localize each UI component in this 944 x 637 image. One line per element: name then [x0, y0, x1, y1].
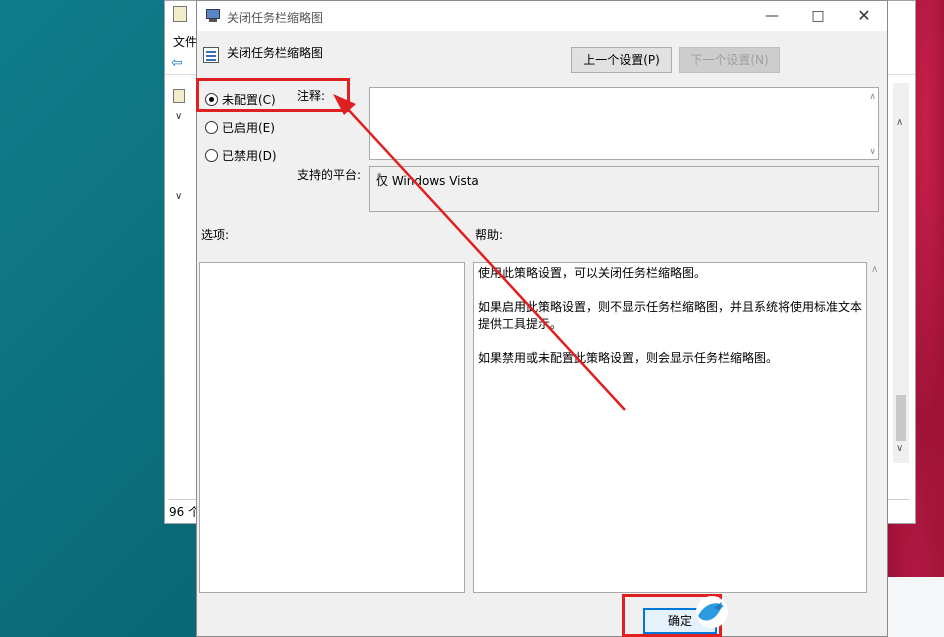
radio-label: 已禁用(D) — [222, 148, 277, 163]
scroll-thumb[interactable] — [896, 395, 906, 441]
scroll-down-icon[interactable]: ∨ — [376, 172, 876, 209]
title-bar[interactable]: 关闭任务栏缩略图 — □ ✕ — [197, 1, 887, 31]
maximize-button[interactable]: □ — [795, 1, 841, 31]
radio-disabled[interactable]: 已禁用(D) — [205, 146, 277, 164]
scroll-up-icon[interactable]: ∧ — [869, 92, 876, 102]
radio-enabled[interactable]: 已启用(E) — [205, 118, 275, 136]
scroll-up-icon[interactable]: ∧ — [896, 117, 903, 128]
help-paragraph: 使用此策略设置，可以关闭任务栏缩略图。 — [478, 266, 707, 280]
policy-icon — [203, 47, 219, 63]
platform-label: 支持的平台: — [297, 168, 362, 182]
radio-label: 已启用(E) — [222, 120, 275, 135]
chevron-down-icon[interactable]: ∨ — [175, 191, 182, 202]
back-arrow-icon[interactable]: ⇦ — [171, 56, 187, 70]
comment-textarea[interactable]: ∧ ∨ — [369, 87, 879, 160]
help-scrollbar[interactable]: ∧ — [869, 262, 885, 593]
close-button[interactable]: ✕ — [841, 1, 887, 31]
help-paragraph: 如果启用此策略设置，则不显示任务栏缩略图，并且系统将使用标准文本提供工具提示。 — [478, 300, 863, 331]
previous-setting-button[interactable]: 上一个设置(P) — [571, 47, 672, 73]
menu-file[interactable]: 文件 — [173, 33, 197, 50]
options-label: 选项: — [201, 228, 230, 242]
help-paragraph: 如果禁用或未配置此策略设置，则会显示任务栏缩略图。 — [478, 351, 779, 365]
minimize-button[interactable]: — — [749, 1, 795, 31]
help-label: 帮助: — [475, 228, 504, 242]
scroll-up-icon[interactable]: ∧ — [871, 264, 878, 275]
annotation-highlight-radio — [196, 78, 350, 112]
radio-indicator[interactable] — [205, 148, 218, 162]
bird-sticker-icon — [696, 596, 728, 628]
policy-name: 关闭任务栏缩略图 — [227, 46, 324, 60]
document-icon — [173, 89, 185, 103]
scroll-down-icon[interactable]: ∨ — [869, 147, 876, 157]
editor-app-icon — [173, 6, 187, 22]
radio-indicator[interactable] — [205, 120, 218, 134]
monitor-icon — [206, 9, 222, 23]
help-panel: 使用此策略设置，可以关闭任务栏缩略图。 如果启用此策略设置，则不显示任务栏缩略图… — [473, 262, 867, 593]
chevron-down-icon[interactable]: ∨ — [175, 111, 182, 122]
vertical-scrollbar[interactable]: ∧ ∨ — [893, 83, 909, 463]
scroll-down-icon[interactable]: ∨ — [896, 443, 903, 454]
next-setting-button[interactable]: 下一个设置(N) — [679, 47, 780, 73]
platform-field: 仅 Windows Vista ∧ ∨ — [369, 166, 879, 212]
options-panel — [199, 262, 465, 593]
policy-tree: ∨ ∨ — [167, 85, 197, 501]
window-title: 关闭任务栏缩略图 — [227, 11, 324, 25]
